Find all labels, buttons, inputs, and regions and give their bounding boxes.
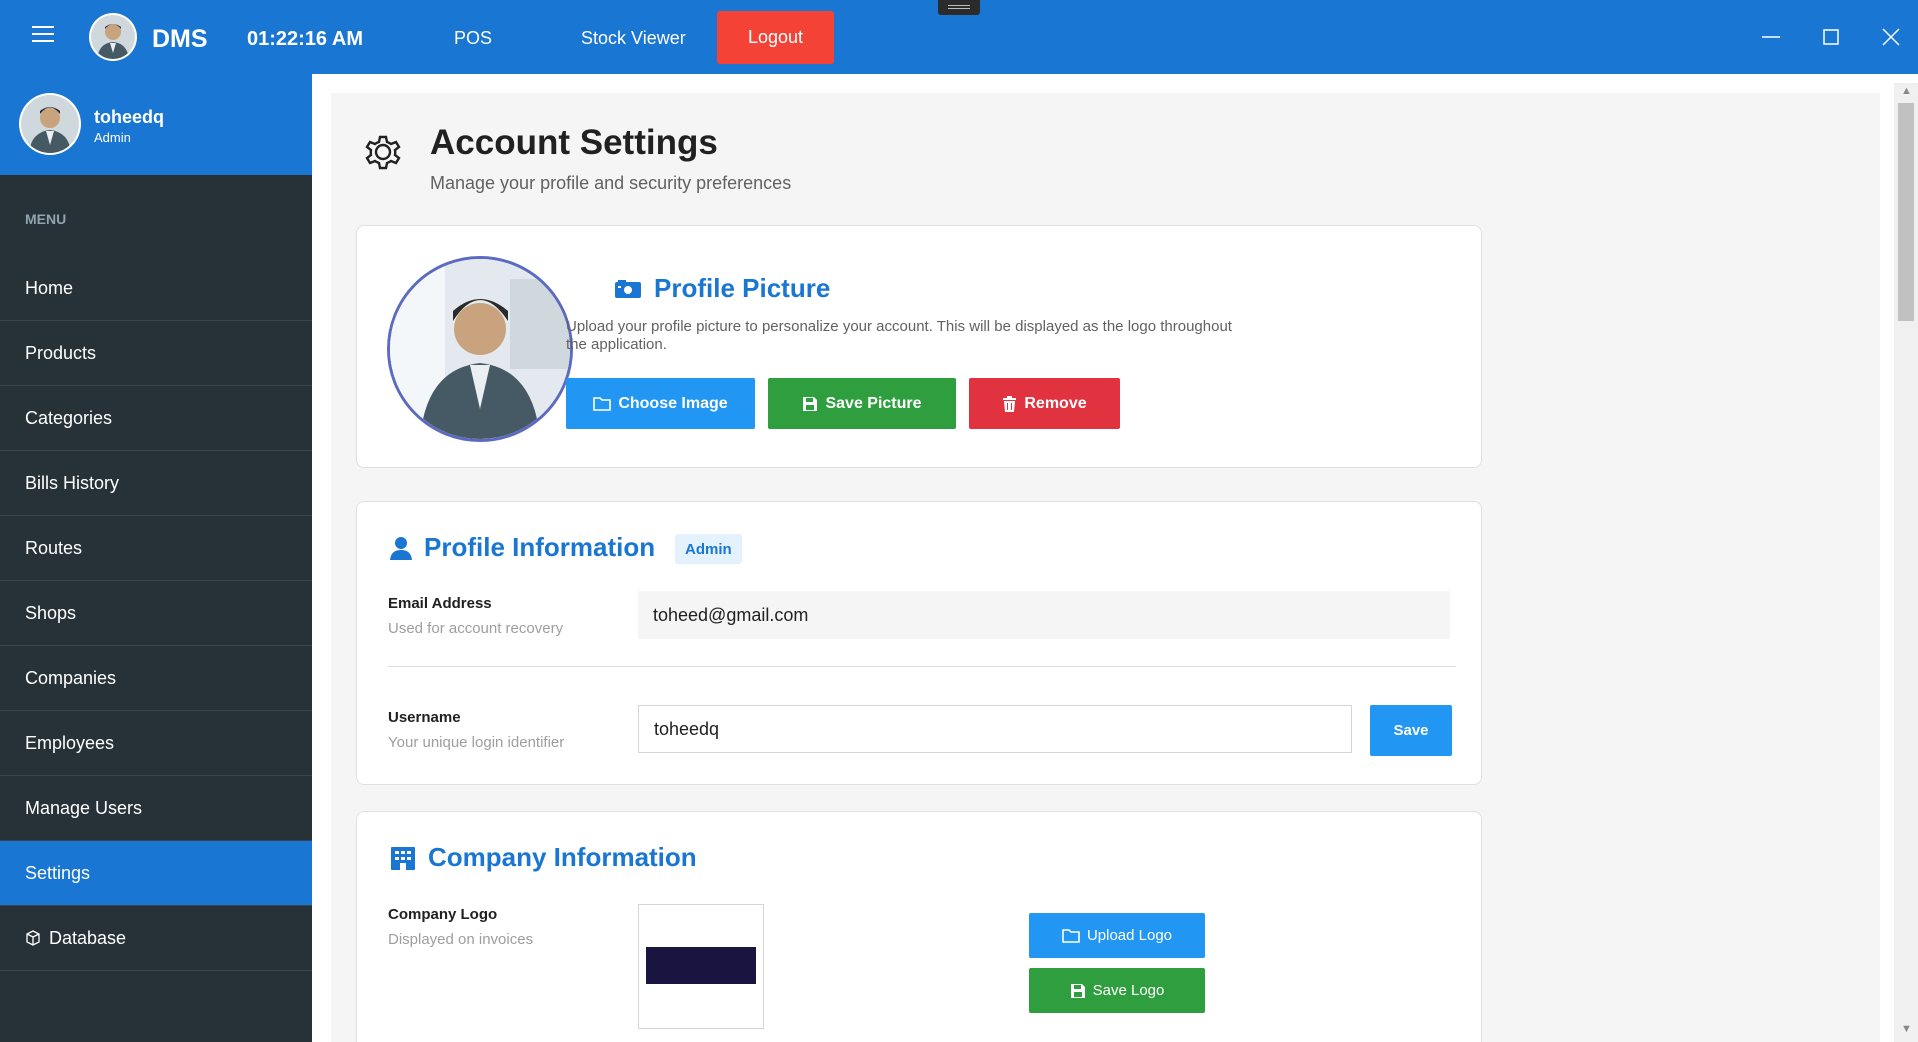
avatar — [19, 93, 81, 155]
company-information-title: Company Information — [390, 842, 697, 873]
sidebar-item-label: Settings — [25, 862, 91, 883]
nav-stock-viewer[interactable]: Stock Viewer — [581, 28, 686, 49]
divider — [388, 666, 1456, 667]
building-icon — [390, 846, 416, 870]
role-badge: Admin — [675, 534, 742, 564]
nav-pos[interactable]: POS — [454, 28, 492, 49]
gear-icon — [361, 130, 405, 179]
profile-information-card: Profile Information Admin Email Address … — [356, 501, 1482, 785]
save-username-button[interactable]: Save — [1370, 705, 1452, 756]
company-information-card: Company Information Company Logo Display… — [356, 811, 1482, 1042]
profile-picture-description: Upload your profile picture to personali… — [566, 318, 1232, 353]
choose-image-button[interactable]: Choose Image — [566, 378, 755, 429]
sidebar-item-label: Bills History — [25, 472, 120, 493]
vertical-scrollbar[interactable]: ▲ ▼ — [1894, 83, 1918, 1042]
sidebar-username: toheedq — [94, 107, 164, 127]
maximize-icon[interactable] — [1816, 22, 1846, 52]
upload-logo-button[interactable]: Upload Logo — [1029, 913, 1205, 958]
logout-button[interactable]: Logout — [717, 11, 834, 64]
profile-picture-preview — [387, 256, 573, 442]
sidebar-item-products[interactable]: Products — [0, 321, 312, 386]
username-input[interactable]: toheedq — [638, 705, 1352, 753]
username-label: Username — [388, 709, 461, 726]
user-icon — [390, 536, 412, 560]
company-logo-image — [646, 947, 756, 984]
close-icon[interactable] — [1876, 22, 1906, 52]
company-logo-label: Company Logo — [388, 906, 498, 923]
save-picture-button[interactable]: Save Picture — [768, 378, 956, 429]
menu-title: MENU — [25, 211, 67, 227]
save-logo-button[interactable]: Save Logo — [1029, 968, 1205, 1013]
hamburger-menu-icon[interactable] — [32, 26, 54, 46]
sidebar-item-label: Home — [25, 277, 74, 298]
trash-icon — [1002, 395, 1017, 412]
scrollbar-thumb[interactable] — [1898, 103, 1914, 321]
sidebar-item-label: Employees — [25, 732, 115, 753]
main-content: Account Settings Manage your profile and… — [331, 93, 1880, 1042]
company-logo-preview — [638, 904, 764, 1029]
folder-icon — [593, 396, 612, 411]
sidebar-item-label: Products — [25, 342, 97, 363]
sidebar-item-label: Manage Users — [25, 797, 143, 818]
sidebar-item-label: Companies — [25, 667, 117, 688]
app-name: DMS — [152, 25, 208, 53]
remove-picture-button[interactable]: Remove — [969, 378, 1120, 429]
floppy-disk-icon — [802, 396, 818, 412]
sidebar-role: Admin — [94, 130, 131, 145]
cube-icon — [25, 930, 41, 946]
clock: 01:22:16 AM — [247, 28, 363, 50]
email-sublabel: Used for account recovery — [388, 620, 564, 637]
company-logo-sublabel: Displayed on invoices — [388, 931, 534, 948]
top-bar: DMS 01:22:16 AM POS Stock Viewer Logout — [0, 0, 1918, 74]
sidebar-profile: toheedq Admin — [0, 74, 312, 175]
profile-picture-title: Profile Picture — [614, 273, 830, 304]
email-label: Email Address — [388, 595, 492, 612]
scroll-down-icon[interactable]: ▼ — [1901, 1023, 1912, 1035]
app-logo-avatar — [89, 13, 137, 61]
sidebar-item-manage-users[interactable]: Manage Users — [0, 776, 312, 841]
sidebar-item-bills-history[interactable]: Bills History — [0, 451, 312, 516]
sidebar-item-home[interactable]: Home — [0, 256, 312, 321]
sidebar-item-routes[interactable]: Routes — [0, 516, 312, 581]
folder-icon — [1062, 928, 1080, 943]
scroll-up-icon[interactable]: ▲ — [1901, 85, 1912, 97]
sidebar-item-label: Shops — [25, 602, 77, 623]
minimize-icon[interactable] — [1756, 22, 1786, 52]
sidebar: toheedq Admin MENU Home Products Categorie… — [0, 74, 312, 1042]
sidebar-item-label: Categories — [25, 407, 113, 428]
sidebar-item-label: Database — [49, 927, 127, 948]
sidebar-item-categories[interactable]: Categories — [0, 386, 312, 451]
drag-handle[interactable] — [938, 0, 980, 15]
floppy-disk-icon — [1070, 983, 1086, 999]
sidebar-item-database[interactable]: Database — [0, 906, 312, 971]
email-field: toheed@gmail.com — [638, 591, 1450, 639]
id-card-icon — [614, 278, 642, 300]
page-title: Account Settings — [430, 123, 718, 162]
sidebar-item-employees[interactable]: Employees — [0, 711, 312, 776]
sidebar-item-settings[interactable]: Settings — [0, 841, 312, 906]
username-sublabel: Your unique login identifier — [388, 734, 565, 751]
sidebar-item-shops[interactable]: Shops — [0, 581, 312, 646]
page-subtitle: Manage your profile and security prefere… — [430, 173, 792, 193]
sidebar-menu: Home Products Categories Bills History Route… — [0, 256, 312, 971]
profile-picture-card: Profile Picture Upload your profile pict… — [356, 225, 1482, 468]
profile-information-title: Profile Information — [390, 532, 655, 563]
sidebar-item-companies[interactable]: Companies — [0, 646, 312, 711]
sidebar-item-label: Routes — [25, 537, 83, 558]
